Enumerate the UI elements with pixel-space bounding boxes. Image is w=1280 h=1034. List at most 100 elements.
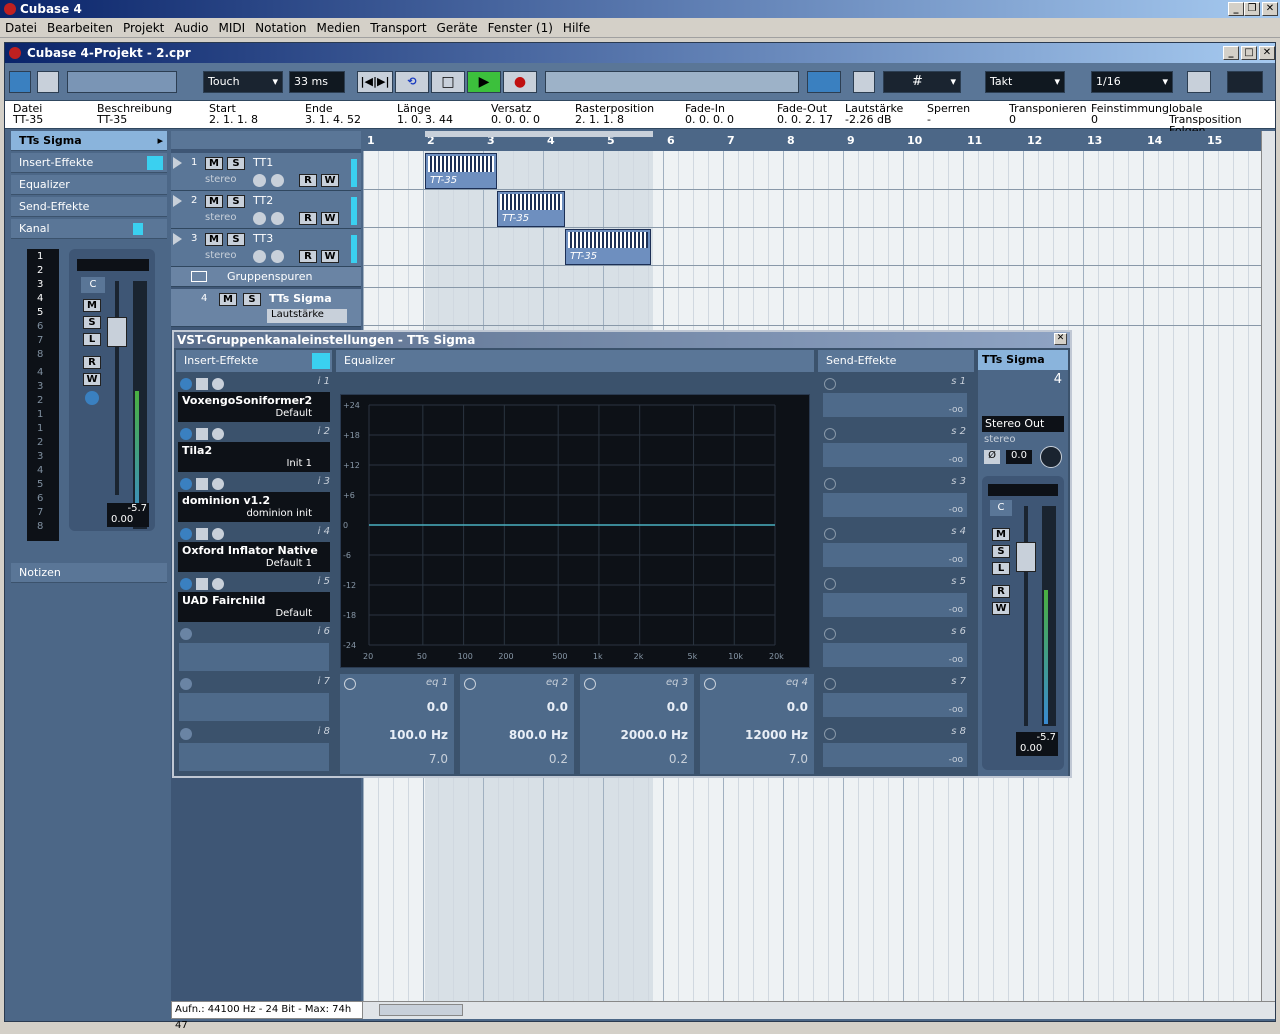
latency-field[interactable]: 33 ms xyxy=(289,71,345,93)
eq-q[interactable]: 0.2 xyxy=(549,752,568,766)
insert-bypass-icon[interactable] xyxy=(196,478,208,490)
eq-frequency[interactable]: 800.0 Hz xyxy=(509,728,568,742)
audio-event[interactable]: TT-35 xyxy=(497,191,565,227)
inspector-equalizer[interactable]: Equalizer xyxy=(11,175,167,195)
eq-gain[interactable]: 0.0 xyxy=(787,700,808,714)
vertical-scrollbar[interactable] xyxy=(1261,131,1275,1001)
eq-band-power-icon[interactable] xyxy=(584,678,596,690)
bypass-icon[interactable] xyxy=(147,156,163,170)
infoline-field[interactable]: Beschreibung TT-35 xyxy=(97,103,187,125)
send-field[interactable]: -oo xyxy=(822,692,968,718)
menu-item[interactable]: Fenster (1) xyxy=(483,18,558,38)
infoline-field[interactable]: Feinstimmung 0 xyxy=(1091,103,1181,125)
play-button[interactable]: ▶ xyxy=(467,71,501,93)
record-enable-icon[interactable] xyxy=(253,174,266,187)
vst-fader-handle[interactable] xyxy=(1016,542,1036,572)
send-power-icon[interactable] xyxy=(824,728,836,740)
send-field[interactable]: -oo xyxy=(822,392,968,418)
menu-item[interactable]: Notation xyxy=(250,18,311,38)
insert-slot[interactable]: i 4 Oxford Inflator Native Default 1 xyxy=(174,524,334,574)
eq-frequency[interactable]: 12000 Hz xyxy=(745,728,808,742)
track-solo-button[interactable]: S xyxy=(227,157,245,170)
insert-slot[interactable]: i 7 xyxy=(174,674,334,724)
automation-param[interactable]: Lautstärke xyxy=(267,309,347,323)
eq-gain[interactable]: 0.0 xyxy=(547,700,568,714)
insert-edit-icon[interactable] xyxy=(212,378,224,390)
insert-slot[interactable]: i 6 xyxy=(174,624,334,674)
eq-q[interactable]: 0.2 xyxy=(669,752,688,766)
snap-toggle-button[interactable] xyxy=(807,71,841,93)
vst-pan-display[interactable] xyxy=(988,484,1058,496)
eq-q[interactable]: 7.0 xyxy=(429,752,448,766)
send-field[interactable]: -oo xyxy=(822,592,968,618)
insert-plugin-field[interactable]: dominion v1.2 dominion init xyxy=(178,492,330,522)
view-switch-buttons[interactable] xyxy=(67,71,177,93)
insert-plugin-field[interactable] xyxy=(178,742,330,772)
insert-plugin-field[interactable]: Tila2 Init 1 xyxy=(178,442,330,472)
track-row[interactable]: 3 M S TT3 stereo R W xyxy=(171,229,361,267)
expand-icon[interactable] xyxy=(173,157,182,169)
input-gain-knob[interactable] xyxy=(1040,446,1062,468)
send-level[interactable]: -oo xyxy=(949,755,963,765)
track-mute-button[interactable]: M xyxy=(205,233,223,246)
send-level[interactable]: -oo xyxy=(949,505,963,515)
vst-listen-button[interactable]: L xyxy=(992,562,1010,575)
insert-slot[interactable]: i 8 xyxy=(174,724,334,774)
grid-type-select[interactable]: # ▾ xyxy=(883,71,961,93)
track-write-button[interactable]: W xyxy=(321,174,339,187)
eq-band[interactable]: eq 1 0.0 100.0 Hz 7.0 xyxy=(340,674,454,774)
snap-select[interactable]: Takt ▾ xyxy=(985,71,1065,93)
inspector-solo-button[interactable]: S xyxy=(83,316,101,329)
plugin-preset[interactable]: Init 1 xyxy=(286,458,312,469)
insert-slot[interactable]: i 3 dominion v1.2 dominion init xyxy=(174,474,334,524)
send-power-icon[interactable] xyxy=(824,378,836,390)
vst-phase-value[interactable]: 0.0 xyxy=(1006,450,1032,464)
send-power-icon[interactable] xyxy=(824,578,836,590)
insert-edit-icon[interactable] xyxy=(212,528,224,540)
vst-output-routing[interactable]: Stereo Out xyxy=(982,416,1064,432)
timeline-ruler[interactable]: 1 2 3 4 5 6 7 8 9 10 11 12 13 14 15 xyxy=(363,131,1261,151)
track-read-button[interactable]: R xyxy=(299,250,317,263)
insert-bypass-icon[interactable] xyxy=(196,428,208,440)
plugin-preset[interactable]: Default xyxy=(275,608,312,619)
menu-item[interactable]: Datei xyxy=(0,18,42,38)
send-level[interactable]: -oo xyxy=(949,605,963,615)
insert-power-icon[interactable] xyxy=(180,678,192,690)
activate-project-button[interactable] xyxy=(9,71,31,93)
menu-item[interactable]: Bearbeiten xyxy=(42,18,118,38)
send-field[interactable]: -oo xyxy=(822,742,968,768)
eq-frequency[interactable]: 100.0 Hz xyxy=(389,728,448,742)
plugin-preset[interactable]: Default xyxy=(275,408,312,419)
stop-button[interactable]: □ xyxy=(431,71,465,93)
expand-icon[interactable] xyxy=(173,195,182,207)
infoline-field[interactable]: Sperren - xyxy=(927,103,1017,125)
insert-power-icon[interactable] xyxy=(180,728,192,740)
menu-item[interactable]: Projekt xyxy=(118,18,169,38)
track-name[interactable]: TT1 xyxy=(253,156,273,169)
send-level[interactable]: -oo xyxy=(949,655,963,665)
insert-slot[interactable]: i 5 UAD Fairchild Default xyxy=(174,574,334,624)
go-to-start-button[interactable]: |◀|▶| xyxy=(357,71,393,93)
vst-solo-button[interactable]: S xyxy=(992,545,1010,558)
track-mute-button[interactable]: M xyxy=(205,157,223,170)
menu-item[interactable]: Transport xyxy=(365,18,431,38)
inspector-track-name[interactable]: TTs Sigma ▸ xyxy=(11,131,167,151)
inspector-edit-icon[interactable] xyxy=(85,391,99,405)
project-minimize-button[interactable]: _ xyxy=(1223,46,1239,60)
audio-event[interactable]: TT-35 xyxy=(425,153,497,189)
eq-band-power-icon[interactable] xyxy=(464,678,476,690)
insert-slot[interactable]: i 1 VoxengoSoniformer2 Default xyxy=(174,374,334,424)
send-field[interactable]: -oo xyxy=(822,642,968,668)
insert-power-icon[interactable] xyxy=(180,478,192,490)
eq-band[interactable]: eq 2 0.0 800.0 Hz 0.2 xyxy=(460,674,574,774)
inspector-fader-handle[interactable] xyxy=(107,317,127,347)
group-mute-button[interactable]: M xyxy=(219,293,237,306)
send-power-icon[interactable] xyxy=(824,478,836,490)
inspector-channel[interactable]: Kanal xyxy=(11,219,167,239)
insert-plugin-field[interactable] xyxy=(178,642,330,672)
plugin-preset[interactable]: dominion init xyxy=(246,508,312,519)
infoline-field[interactable]: Versatz 0. 0. 0. 0 xyxy=(491,103,581,125)
send-power-icon[interactable] xyxy=(824,678,836,690)
record-button[interactable]: ● xyxy=(503,71,537,93)
vst-read-button[interactable]: R xyxy=(992,585,1010,598)
